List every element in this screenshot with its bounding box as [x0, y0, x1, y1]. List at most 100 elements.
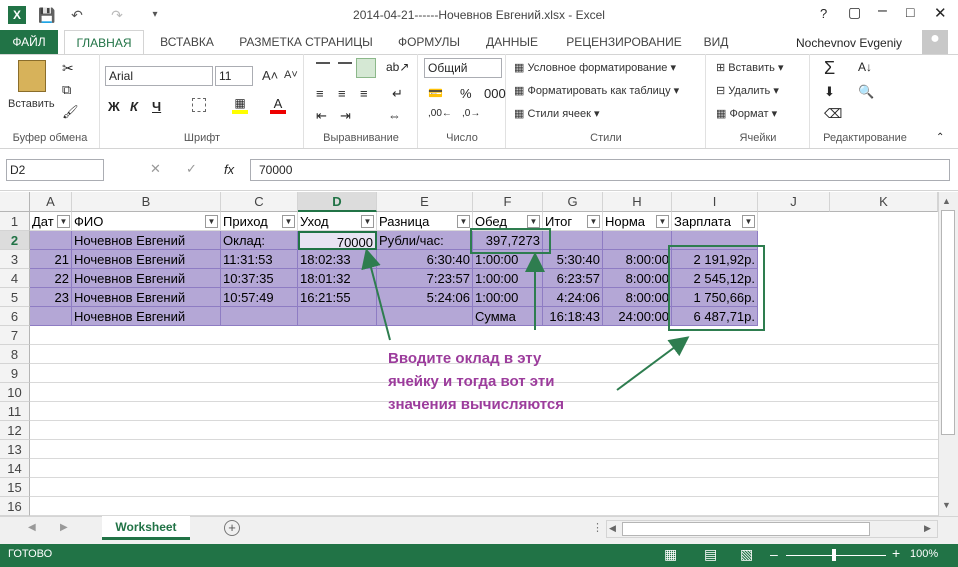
paste-icon[interactable]	[18, 60, 46, 92]
table-cell[interactable]: 8:00:00	[603, 269, 672, 288]
maximize-button[interactable]: □	[906, 4, 914, 20]
cancel-formula-icon[interactable]: ✕	[150, 161, 161, 177]
normal-view-icon[interactable]: ▦	[664, 546, 677, 563]
table-cell[interactable]: 5:24:06	[377, 288, 473, 307]
filter-dropdown-icon[interactable]: ▼	[205, 215, 218, 228]
table-cell[interactable]	[603, 231, 672, 250]
copy-icon[interactable]: ⧉	[62, 82, 71, 98]
insert-cells-button[interactable]: ⊞ Вставить ▾	[716, 61, 784, 74]
column-header[interactable]: D	[298, 192, 377, 212]
table-cell[interactable]: 24:00:00	[603, 307, 672, 326]
enter-formula-icon[interactable]: ✓	[186, 161, 197, 177]
scroll-right-icon[interactable]: ▶	[924, 523, 931, 534]
font-size-box[interactable]: 11	[215, 66, 253, 86]
zoom-in-icon[interactable]: +	[892, 545, 900, 561]
tab-review[interactable]: РЕЦЕНЗИРОВАНИЕ	[556, 30, 692, 54]
filter-dropdown-icon[interactable]: ▼	[361, 215, 374, 228]
format-as-table-button[interactable]: ▦ Форматировать как таблицу ▾	[514, 84, 679, 97]
delete-cells-button[interactable]: ⊟ Удалить ▾	[716, 84, 779, 97]
collapse-ribbon-icon[interactable]: ⌃	[936, 132, 944, 143]
row-header[interactable]: 13	[0, 440, 30, 459]
header-cell[interactable]: ФИО	[72, 212, 221, 231]
row-header[interactable]: 4	[0, 269, 30, 288]
table-cell[interactable]: 1:00:00	[473, 269, 543, 288]
filter-dropdown-icon[interactable]: ▼	[656, 215, 669, 228]
font-color-icon[interactable]: A	[270, 96, 286, 114]
insert-function-icon[interactable]: fx	[224, 162, 234, 177]
name-box[interactable]: D2	[6, 159, 104, 181]
page-layout-view-icon[interactable]: ▤	[704, 546, 717, 563]
align-middle-icon[interactable]	[338, 62, 352, 74]
decrease-indent-icon[interactable]: ⇤	[316, 108, 327, 124]
align-center-icon[interactable]: ≡	[338, 86, 346, 101]
underline-button[interactable]: Ч	[152, 99, 161, 114]
sort-filter-icon[interactable]: A↓	[858, 60, 872, 74]
table-cell[interactable]	[30, 307, 72, 326]
row-header[interactable]: 7	[0, 326, 30, 345]
ribbon-display-icon[interactable]: ▢	[848, 4, 861, 21]
avatar[interactable]: ●	[922, 30, 948, 54]
zoom-slider-track[interactable]	[786, 555, 886, 556]
number-format-box[interactable]: Общий	[424, 58, 502, 78]
merge-center-icon[interactable]: ⇔	[388, 108, 401, 123]
column-header[interactable]: G	[543, 192, 603, 212]
table-cell[interactable]: Сумма	[473, 307, 543, 326]
table-cell[interactable]: 10:57:49	[221, 288, 298, 307]
sheet-tab-splitter-icon[interactable]: ⋮	[592, 521, 603, 534]
fill-icon[interactable]: ⬇	[824, 84, 835, 100]
column-header[interactable]: B	[72, 192, 221, 212]
clear-icon[interactable]: ⌫	[824, 106, 842, 122]
row-header[interactable]: 15	[0, 478, 30, 497]
table-cell[interactable]: 7:23:57	[377, 269, 473, 288]
table-cell[interactable]: Ночевнов Евгений	[72, 269, 221, 288]
table-cell[interactable]: Рубли/час:	[377, 231, 473, 250]
percent-icon[interactable]: %	[460, 86, 472, 101]
table-cell[interactable]	[30, 231, 72, 250]
table-cell[interactable]: 6:23:57	[543, 269, 603, 288]
column-header[interactable]: J	[758, 192, 830, 212]
table-cell[interactable]: 5:30:40	[543, 250, 603, 269]
table-cell[interactable]	[298, 307, 377, 326]
table-cell[interactable]: Ночевнов Евгений	[72, 250, 221, 269]
table-cell[interactable]: 16:21:55	[298, 288, 377, 307]
formula-input[interactable]: 70000	[250, 159, 950, 181]
grow-font-icon[interactable]: A˄	[262, 68, 278, 83]
align-right-icon[interactable]: ≡	[360, 86, 368, 101]
column-header[interactable]: F	[473, 192, 543, 212]
row-header[interactable]: 14	[0, 459, 30, 478]
add-sheet-icon[interactable]: +	[224, 520, 240, 536]
table-cell[interactable]: Ночевнов Евгений	[72, 231, 221, 250]
fill-color-icon[interactable]: ▦	[232, 96, 248, 114]
increase-indent-icon[interactable]: ⇥	[340, 108, 351, 124]
increase-decimal-icon[interactable]: ,00←	[428, 108, 452, 119]
row-header[interactable]: 8	[0, 345, 30, 364]
table-cell[interactable]: 10:37:35	[221, 269, 298, 288]
row-header[interactable]: 2	[0, 231, 30, 250]
zoom-level[interactable]: 100%	[910, 548, 938, 560]
table-cell[interactable]	[543, 231, 603, 250]
filter-dropdown-icon[interactable]: ▼	[527, 215, 540, 228]
filter-dropdown-icon[interactable]: ▼	[282, 215, 295, 228]
prev-sheet-icon[interactable]: ◀	[28, 522, 36, 533]
format-cells-button[interactable]: ▦ Формат ▾	[716, 107, 777, 120]
table-cell[interactable]: Оклад:	[221, 231, 298, 250]
vertical-scroll-thumb[interactable]	[941, 210, 955, 435]
align-bottom-icon[interactable]	[356, 58, 376, 78]
conditional-formatting-button[interactable]: ▦ Условное форматирование ▾	[514, 61, 676, 74]
table-cell[interactable]: 4:24:06	[543, 288, 603, 307]
table-cell[interactable]: Ночевнов Евгений	[72, 307, 221, 326]
paste-button[interactable]: Вставить	[8, 98, 55, 110]
tab-home[interactable]: ГЛАВНАЯ	[64, 30, 144, 55]
table-cell[interactable]: 8:00:00	[603, 288, 672, 307]
table-cell[interactable]: 18:02:33	[298, 250, 377, 269]
salary-input-cell[interactable]: 70000	[298, 231, 377, 250]
italic-button[interactable]: К	[130, 99, 138, 114]
column-header[interactable]: C	[221, 192, 298, 212]
filter-dropdown-icon[interactable]: ▼	[57, 215, 70, 228]
cut-icon[interactable]: ✂	[62, 60, 74, 77]
column-header[interactable]: I	[672, 192, 758, 212]
filter-dropdown-icon[interactable]: ▼	[457, 215, 470, 228]
zoom-out-icon[interactable]: –	[770, 546, 778, 562]
row-header[interactable]: 10	[0, 383, 30, 402]
orientation-icon[interactable]: ab↗	[386, 60, 409, 74]
